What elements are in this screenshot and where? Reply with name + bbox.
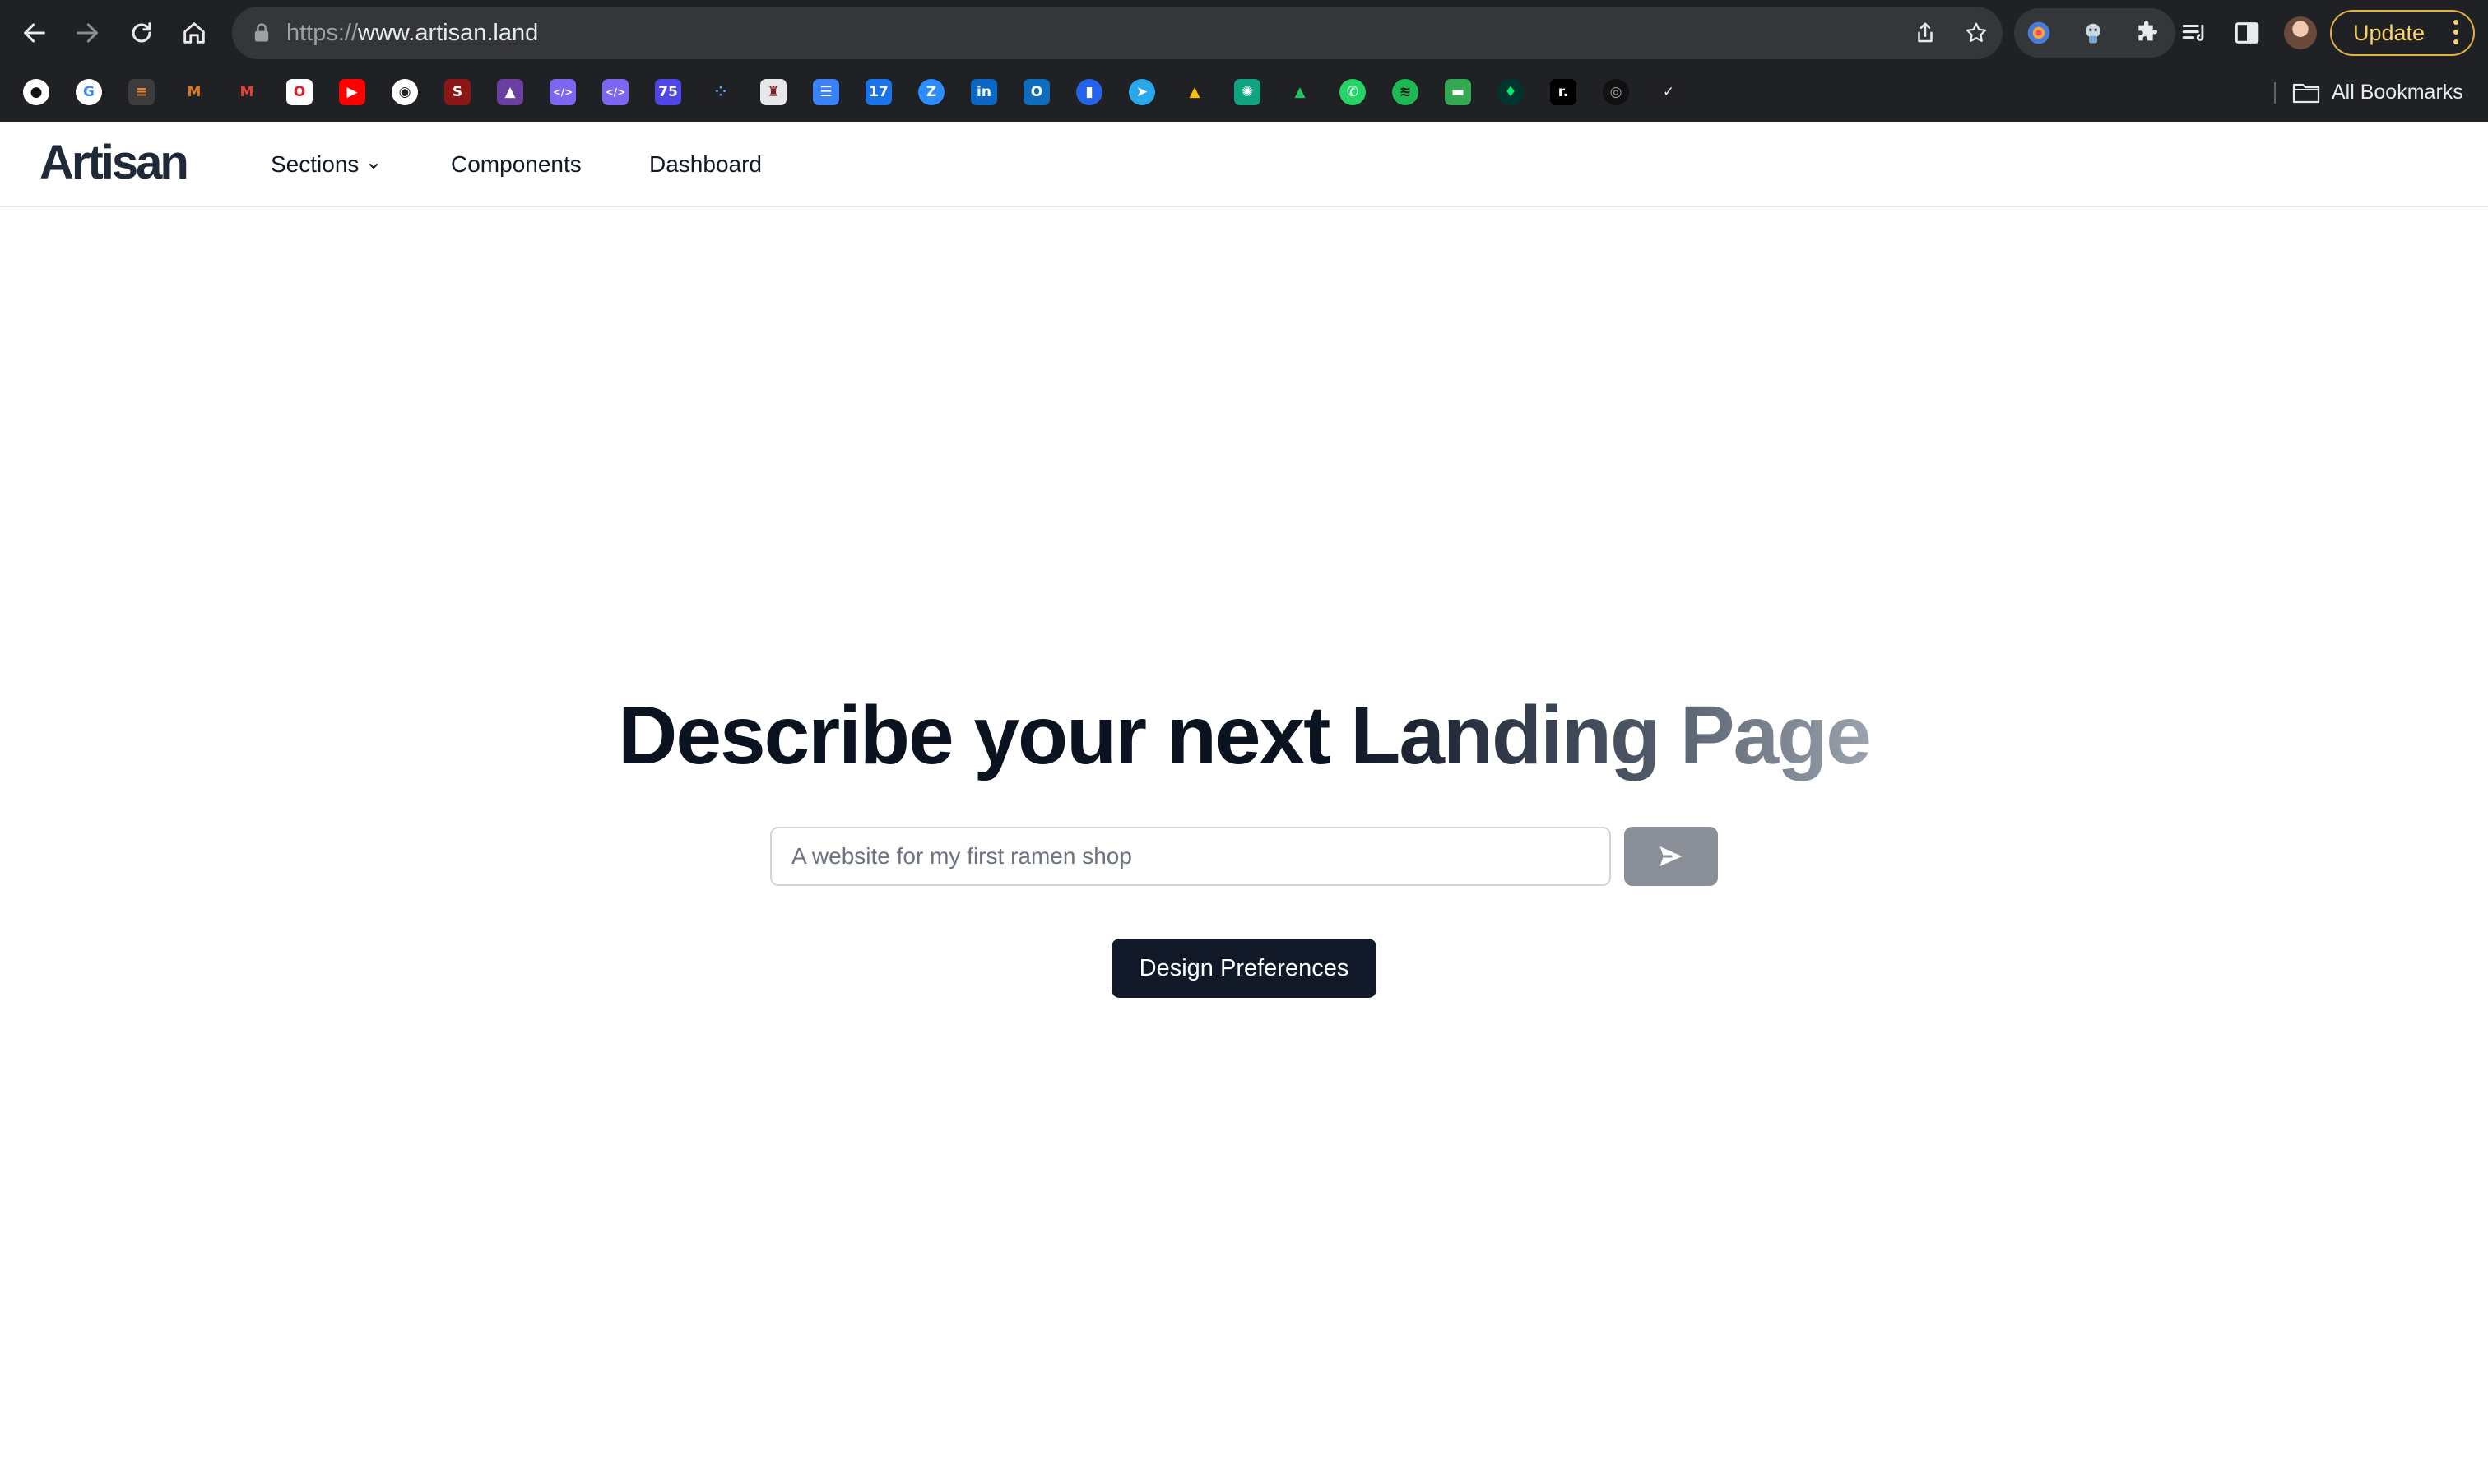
side-panel-icon — [2235, 22, 2259, 44]
share-icon — [1918, 22, 1933, 43]
bookmark-outlook-icon[interactable]: O — [1024, 79, 1050, 105]
puzzle-icon — [2138, 21, 2157, 41]
arrow-left-icon — [24, 23, 45, 43]
nav-dashboard-link[interactable]: Dashboard — [649, 122, 762, 207]
home-icon — [183, 22, 205, 44]
bookmark-analytics-icon[interactable]: ▮ — [1076, 79, 1102, 105]
bookmark-cloud-icon[interactable]: ☰ — [813, 79, 839, 105]
bookmark-stanford-icon[interactable]: S — [444, 79, 471, 105]
colorful-extension-icon — [2027, 21, 2050, 44]
bookmark-mongodb-icon[interactable]: ♦ — [1497, 79, 1524, 105]
artisan-logo[interactable]: Artisan — [39, 137, 189, 189]
update-label: Update — [2353, 21, 2425, 45]
bookmark-dark-circle-icon[interactable]: ◎ — [1603, 79, 1629, 105]
browser-toolbar: https://www.artisan.land Update — [0, 0, 2488, 64]
arrow-right-icon — [77, 23, 98, 43]
landing-page-prompt-input[interactable] — [770, 827, 1611, 886]
bookmark-chatgpt-icon[interactable]: ✺ — [1234, 79, 1260, 105]
bookmark-star-button[interactable] — [1961, 18, 1991, 48]
site-header: Artisan Sections Components Dashboard — [0, 122, 2488, 207]
bookmark-calendar-icon[interactable]: 17 — [866, 79, 892, 105]
bookmark-metamask-icon[interactable]: M — [181, 79, 207, 105]
bookmarks-divider — [2274, 82, 2276, 104]
extension-2[interactable] — [2078, 18, 2108, 48]
folder-icon — [2292, 83, 2320, 104]
bookmark-youtube-icon[interactable]: ▶ — [339, 79, 365, 105]
bookmark-opera-icon[interactable]: O — [286, 79, 313, 105]
bookmark-stack-icon[interactable]: ≡ — [128, 79, 155, 105]
reload-button[interactable] — [120, 12, 163, 54]
bookmark-google-icon[interactable]: G — [76, 79, 102, 105]
reload-icon — [132, 22, 151, 43]
address-bar[interactable]: https://www.artisan.land — [232, 7, 2003, 59]
bookmark-classroom-icon[interactable]: ▲ — [1287, 79, 1313, 105]
bookmark-zoom-icon[interactable]: Z — [918, 79, 945, 105]
bookmark-code-2-icon[interactable]: </> — [602, 79, 629, 105]
nav-sections-dropdown[interactable]: Sections — [271, 122, 380, 207]
bookmark-linkedin-icon[interactable]: in — [971, 79, 997, 105]
back-button[interactable] — [13, 12, 56, 54]
bookmark-github-icon[interactable]: ● — [23, 79, 49, 105]
send-icon — [1659, 846, 1683, 866]
share-button[interactable] — [1910, 18, 1940, 48]
url-host: www.artisan.land — [358, 20, 539, 46]
bookmark-dots-icon[interactable]: ⁘ — [708, 79, 734, 105]
bookmark-chat-icon[interactable]: ▬ — [1445, 79, 1471, 105]
bookmark-globe-icon[interactable]: ◉ — [392, 79, 418, 105]
send-button[interactable] — [1624, 827, 1718, 886]
side-panel-button[interactable] — [2231, 17, 2263, 49]
bookmark-crest-icon[interactable]: ♜ — [760, 79, 787, 105]
bookmark-code-1-icon[interactable]: </> — [550, 79, 576, 105]
bookmark-notion-r-icon[interactable]: r. — [1550, 79, 1576, 105]
extensions-group — [2014, 8, 2175, 58]
nav-components-link[interactable]: Components — [451, 122, 582, 207]
lock-icon — [254, 23, 269, 42]
hero-title: Describe your next Landing Page — [0, 686, 2488, 785]
design-preferences-button[interactable]: Design Preferences — [1112, 939, 1376, 998]
url-scheme: https:// — [286, 20, 359, 46]
nav-sections-label: Sections — [271, 151, 360, 177]
kebab-menu-icon — [2453, 20, 2458, 46]
profile-avatar[interactable] — [2284, 16, 2317, 49]
bookmark-gmail-icon[interactable]: M — [234, 79, 260, 105]
bookmark-telegram-icon[interactable]: ➤ — [1129, 79, 1155, 105]
hero-title-part1: Describe your next — [618, 689, 1351, 781]
browser-chrome: https://www.artisan.land Update ● G ≡ M … — [0, 0, 2488, 122]
all-bookmarks-button[interactable]: All Bookmarks — [2332, 71, 2463, 114]
bookmarks-bar: ● G ≡ M M O ▶ ◉ S ▲ </> </> 75 ⁘ ♜ ☰ 17 Zin O ▮ ➤ ▲ ✺ ▲ ✆ ≋ ▬ ♦ r. ◎ ✓… — [0, 71, 2488, 114]
url-text: https://www.artisan.land — [286, 7, 538, 59]
bookmark-cap-icon[interactable]: ▲ — [497, 79, 523, 105]
extension-1[interactable] — [2024, 18, 2054, 48]
reading-list-icon — [2182, 24, 2204, 41]
home-button[interactable] — [173, 12, 216, 54]
update-button[interactable]: Update — [2330, 10, 2475, 56]
chevron-down-icon — [369, 163, 378, 169]
reading-list-button[interactable] — [2179, 17, 2210, 49]
bookmark-drive-icon[interactable]: ▲ — [1181, 79, 1208, 105]
bookmark-seventy-five-icon[interactable]: 75 — [655, 79, 681, 105]
forward-button[interactable] — [66, 12, 109, 54]
mascot-extension-icon — [2086, 23, 2100, 44]
bookmark-spotify-icon[interactable]: ≋ — [1392, 79, 1418, 105]
extensions-button[interactable] — [2133, 18, 2162, 48]
hero-title-part2: Landing Page — [1350, 689, 1872, 781]
bookmark-whatsapp-icon[interactable]: ✆ — [1339, 79, 1366, 105]
bookmark-check-circle-icon[interactable]: ✓ — [1655, 79, 1682, 105]
star-icon — [1966, 22, 1987, 42]
